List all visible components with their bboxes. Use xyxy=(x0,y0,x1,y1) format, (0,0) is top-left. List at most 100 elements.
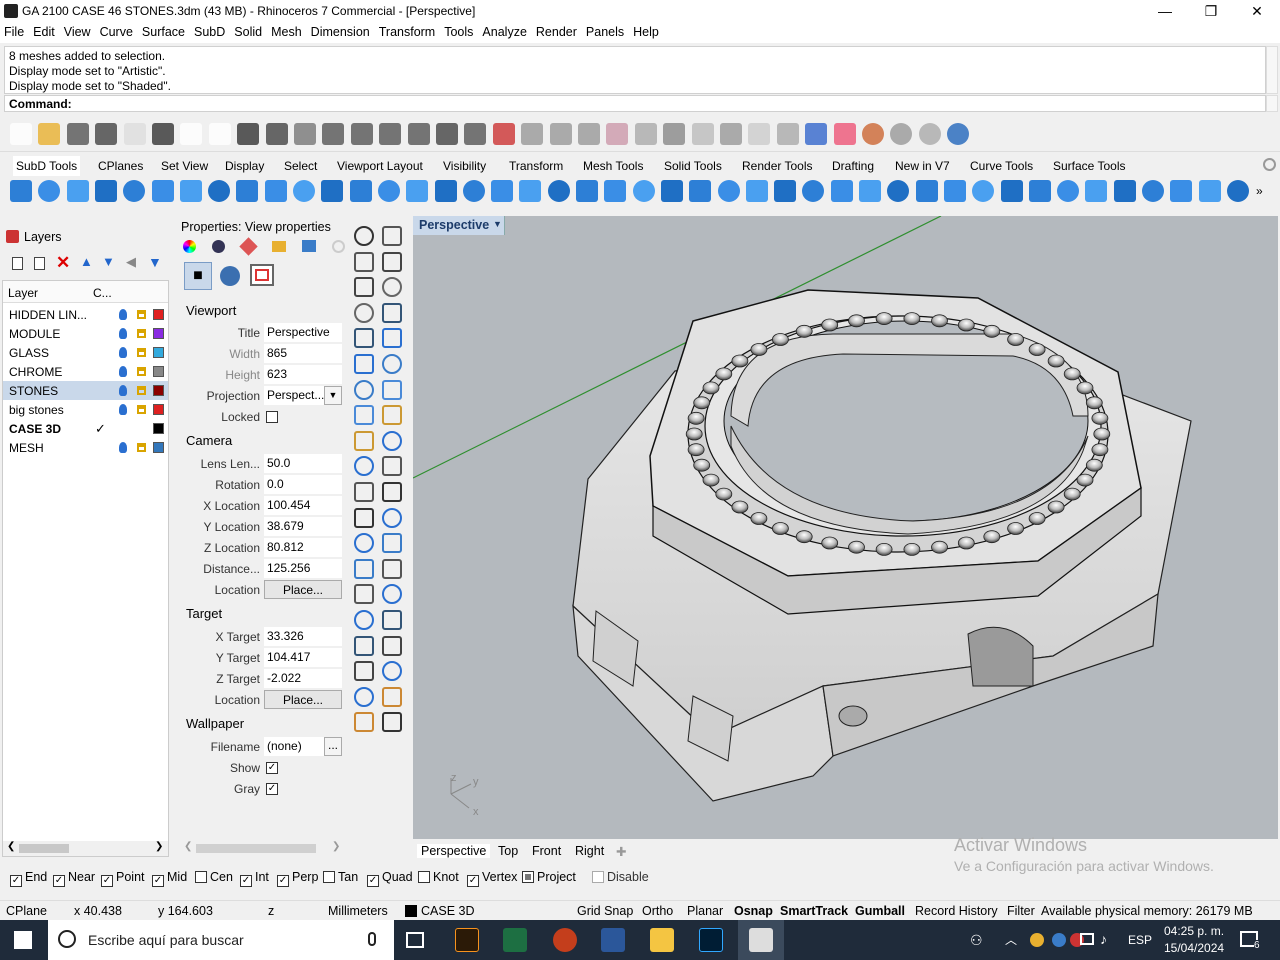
side-tool-21-icon[interactable] xyxy=(354,482,374,502)
shaded-icon[interactable] xyxy=(748,123,771,145)
layer-color-swatch[interactable] xyxy=(153,328,164,339)
side-tool-37-icon[interactable] xyxy=(354,686,374,707)
osnap-checkbox[interactable]: ✓ xyxy=(10,875,22,887)
color-column-header[interactable]: C... xyxy=(93,286,112,300)
visibility-bulb-icon[interactable] xyxy=(119,309,127,320)
render-icon[interactable] xyxy=(776,123,799,145)
subd-tool-30-icon[interactable] xyxy=(830,180,853,202)
folder-icon[interactable] xyxy=(272,241,286,252)
word-icon[interactable] xyxy=(601,928,625,952)
side-tool-23-icon[interactable] xyxy=(354,507,374,528)
side-tool-27-icon[interactable] xyxy=(354,558,374,579)
scroll-right-icon[interactable]: ❯ xyxy=(155,841,163,852)
tray-chevron-icon[interactable]: ︿ xyxy=(1005,931,1017,948)
tab-mesh-tools[interactable]: Mesh Tools xyxy=(583,159,643,173)
osnap-checkbox[interactable]: ✓ xyxy=(152,875,164,887)
osnap-tan[interactable]: Tan xyxy=(323,870,358,884)
side-tool-38-icon[interactable] xyxy=(382,686,402,707)
projection-select[interactable]: Perspect... xyxy=(264,386,324,405)
subd-tool-37-icon[interactable] xyxy=(1028,180,1051,202)
side-tool-31-icon[interactable] xyxy=(354,610,374,630)
side-tool-7-icon[interactable] xyxy=(354,302,374,323)
layer-column-header[interactable]: Layer xyxy=(8,286,38,300)
viewport-tab-right[interactable]: Right xyxy=(575,844,604,858)
tab-new-in-v7[interactable]: New in V7 xyxy=(895,159,950,173)
subd-tool-15-icon[interactable] xyxy=(406,180,429,202)
x-target-field[interactable]: 33.326 xyxy=(264,627,342,646)
tab-display[interactable]: Display xyxy=(225,159,264,173)
subd-tool-8-icon[interactable] xyxy=(208,180,231,202)
bulb-icon[interactable] xyxy=(606,123,629,145)
layer-color-swatch[interactable] xyxy=(153,404,164,415)
new-sublayer-icon[interactable] xyxy=(34,257,45,270)
visibility-bulb-icon[interactable] xyxy=(119,442,127,453)
tab-transform[interactable]: Transform xyxy=(509,159,563,173)
osnap-checkbox[interactable]: ✓ xyxy=(240,875,252,887)
move-left-icon[interactable]: ◀ xyxy=(126,254,136,270)
subd-tool-28-icon[interactable] xyxy=(774,180,797,202)
layer-color-swatch[interactable] xyxy=(153,442,164,453)
subd-tool-6-icon[interactable] xyxy=(151,180,174,202)
layer-color-swatch[interactable] xyxy=(153,366,164,377)
scroll-thumb[interactable] xyxy=(19,844,69,853)
subd-tool-4-icon[interactable] xyxy=(94,180,117,202)
place-camera-button[interactable]: Place... xyxy=(264,580,342,599)
side-tool-6-icon[interactable] xyxy=(382,277,402,298)
history-scrollbar[interactable] xyxy=(1266,46,1278,94)
new-layer-icon[interactable] xyxy=(12,257,23,270)
side-tool-29-icon[interactable] xyxy=(354,584,374,605)
subd-tool-5-icon[interactable] xyxy=(123,180,146,202)
side-tool-9-icon[interactable] xyxy=(354,328,374,349)
illustrator-icon[interactable] xyxy=(455,928,479,952)
zoom-all-icon[interactable] xyxy=(379,123,402,145)
menu-file[interactable]: File xyxy=(0,23,29,39)
undo-icon[interactable] xyxy=(237,123,260,145)
move-icon[interactable] xyxy=(294,123,316,145)
visibility-bulb-icon[interactable] xyxy=(119,328,127,339)
subd-tool-41-icon[interactable] xyxy=(1142,180,1164,202)
print-icon[interactable] xyxy=(95,123,118,145)
osnap-checkbox[interactable] xyxy=(418,871,430,883)
tab-drafting[interactable]: Drafting xyxy=(832,159,874,173)
side-tool-14-icon[interactable] xyxy=(382,379,402,400)
z-target-field[interactable]: -2.022 xyxy=(264,669,342,688)
menu-dimension[interactable]: Dimension xyxy=(307,23,375,39)
menu-view[interactable]: View xyxy=(60,23,96,39)
cplane-label[interactable]: CPlane xyxy=(6,904,47,918)
side-tool-26-icon[interactable] xyxy=(382,533,402,554)
distance-field[interactable]: 125.256 xyxy=(264,559,342,578)
layer-row[interactable]: MODULE xyxy=(3,324,168,343)
viewport-menu-chevron-icon[interactable]: ▼ xyxy=(493,219,502,229)
material-icon[interactable] xyxy=(212,240,225,253)
open-icon[interactable] xyxy=(38,123,61,145)
subd-tool-2-icon[interactable] xyxy=(38,180,61,202)
more-tools-icon[interactable]: » xyxy=(1256,184,1263,198)
subd-tool-33-icon[interactable] xyxy=(915,180,938,202)
side-tool-33-icon[interactable] xyxy=(354,635,374,656)
side-tool-3-icon[interactable] xyxy=(354,251,374,272)
osnap-knot[interactable]: Knot xyxy=(418,870,459,884)
tab-curve-tools[interactable]: Curve Tools xyxy=(970,159,1033,173)
people-icon[interactable]: ⚇ xyxy=(970,932,983,949)
taskbar-search[interactable]: Escribe aquí para buscar xyxy=(48,920,394,960)
subd-tool-26-icon[interactable] xyxy=(717,180,740,202)
tab-render-tools[interactable]: Render Tools xyxy=(742,159,813,173)
gray-checkbox[interactable]: ✓ xyxy=(266,783,278,795)
y-target-field[interactable]: 104.417 xyxy=(264,648,342,667)
osnap-checkbox[interactable] xyxy=(592,871,604,883)
side-tool-17-icon[interactable] xyxy=(354,430,374,451)
ghosted-icon[interactable] xyxy=(805,123,828,145)
side-tool-35-icon[interactable] xyxy=(354,661,374,682)
subd-tool-22-icon[interactable] xyxy=(604,180,627,202)
subd-tool-13-icon[interactable] xyxy=(349,180,372,202)
viewport-icon[interactable] xyxy=(302,240,316,252)
layer-color-swatch[interactable] xyxy=(153,309,164,320)
move-down-icon[interactable]: ▼ xyxy=(102,254,115,269)
subd-tool-44-icon[interactable] xyxy=(1226,180,1249,202)
zoom-extents-icon[interactable] xyxy=(322,123,345,145)
layer-state-icon[interactable] xyxy=(521,123,544,145)
command-input[interactable]: Command: xyxy=(4,95,1266,112)
osnap-near[interactable]: ✓ Near xyxy=(53,870,95,887)
layers-hscrollbar[interactable]: ❮ ❯ xyxy=(3,841,168,856)
subd-tool-17-icon[interactable] xyxy=(462,180,485,202)
